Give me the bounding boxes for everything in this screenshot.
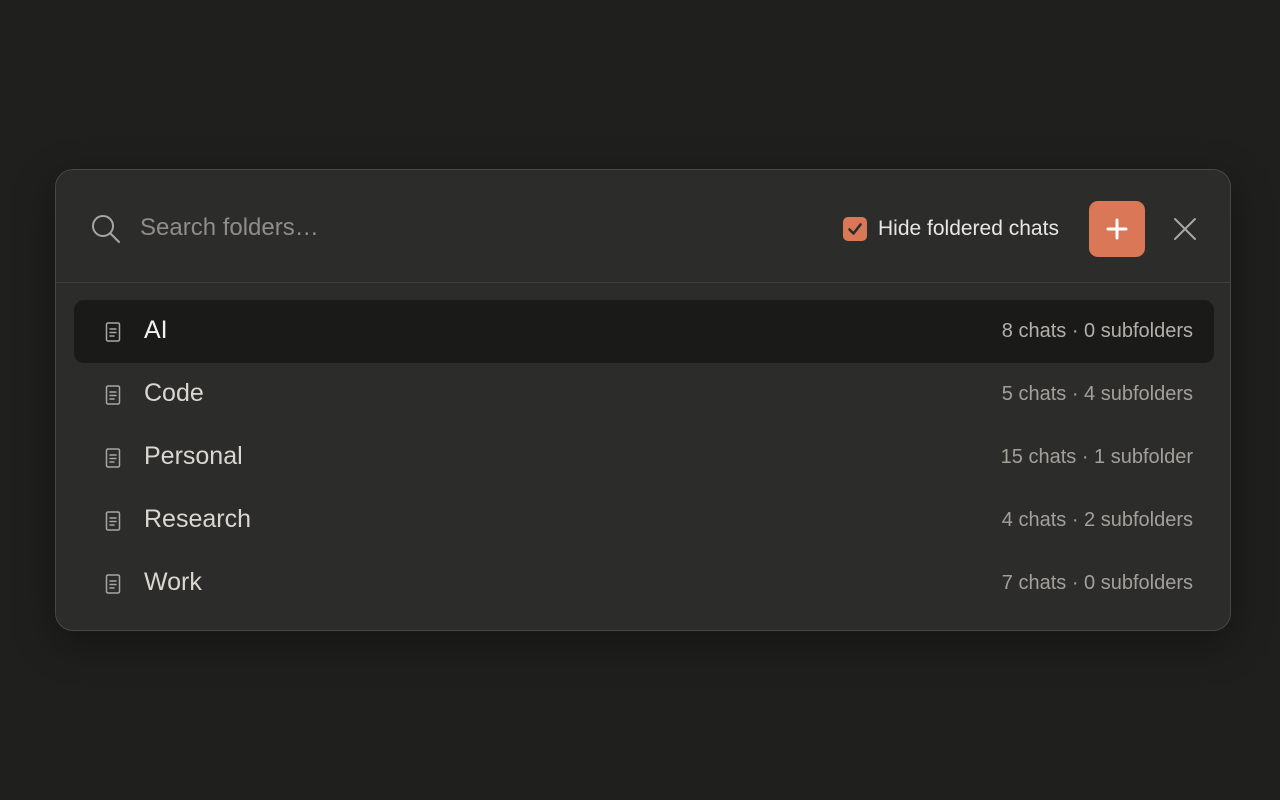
hide-foldered-checkbox[interactable] xyxy=(843,217,867,241)
folder-meta: 5 chats · 4 subfolders xyxy=(1001,383,1193,405)
folder-name: Research xyxy=(144,505,251,533)
folder-list: AI 8 chats · 0 subfolders Code 5 chats · 4 … xyxy=(74,300,1214,615)
hide-foldered-chats-toggle[interactable]: Hide foldered chats xyxy=(843,216,1059,242)
document-icon xyxy=(103,573,123,595)
folder-row[interactable]: Research 4 chats · 2 subfolders xyxy=(74,489,1214,552)
search-icon xyxy=(90,213,122,245)
folder-row[interactable]: Personal 15 chats · 1 subfolder xyxy=(74,426,1214,489)
folder-row[interactable]: AI 8 chats · 0 subfolders xyxy=(74,300,1214,363)
folder-row[interactable]: Work 7 chats · 0 subfolders xyxy=(74,552,1214,615)
folder-name: Work xyxy=(144,568,202,596)
document-icon xyxy=(103,447,123,469)
folder-row[interactable]: Code 5 chats · 4 subfolders xyxy=(74,363,1214,426)
folder-meta: 7 chats · 0 subfolders xyxy=(1001,572,1193,594)
document-icon xyxy=(103,321,123,343)
folder-name: Personal xyxy=(144,442,243,470)
document-icon xyxy=(103,510,123,532)
folder-name: Code xyxy=(144,379,204,407)
close-button[interactable] xyxy=(1169,213,1201,245)
search-input[interactable] xyxy=(140,208,780,248)
plus-icon xyxy=(1106,218,1128,240)
folder-meta: 8 chats · 0 subfolders xyxy=(1001,320,1193,342)
folder-picker-dialog: Hide foldered chats AI 8 chats · 0 subfol… xyxy=(55,169,1231,631)
folder-meta: 4 chats · 2 subfolders xyxy=(1001,509,1193,531)
checkmark-icon xyxy=(848,223,862,235)
add-folder-button[interactable] xyxy=(1089,201,1145,257)
dialog-header: Hide foldered chats xyxy=(56,170,1230,283)
document-icon xyxy=(103,384,123,406)
folder-name: AI xyxy=(144,316,168,344)
folder-meta: 15 chats · 1 subfolder xyxy=(1000,446,1193,468)
close-icon xyxy=(1174,218,1196,240)
hide-foldered-label: Hide foldered chats xyxy=(878,217,1059,240)
